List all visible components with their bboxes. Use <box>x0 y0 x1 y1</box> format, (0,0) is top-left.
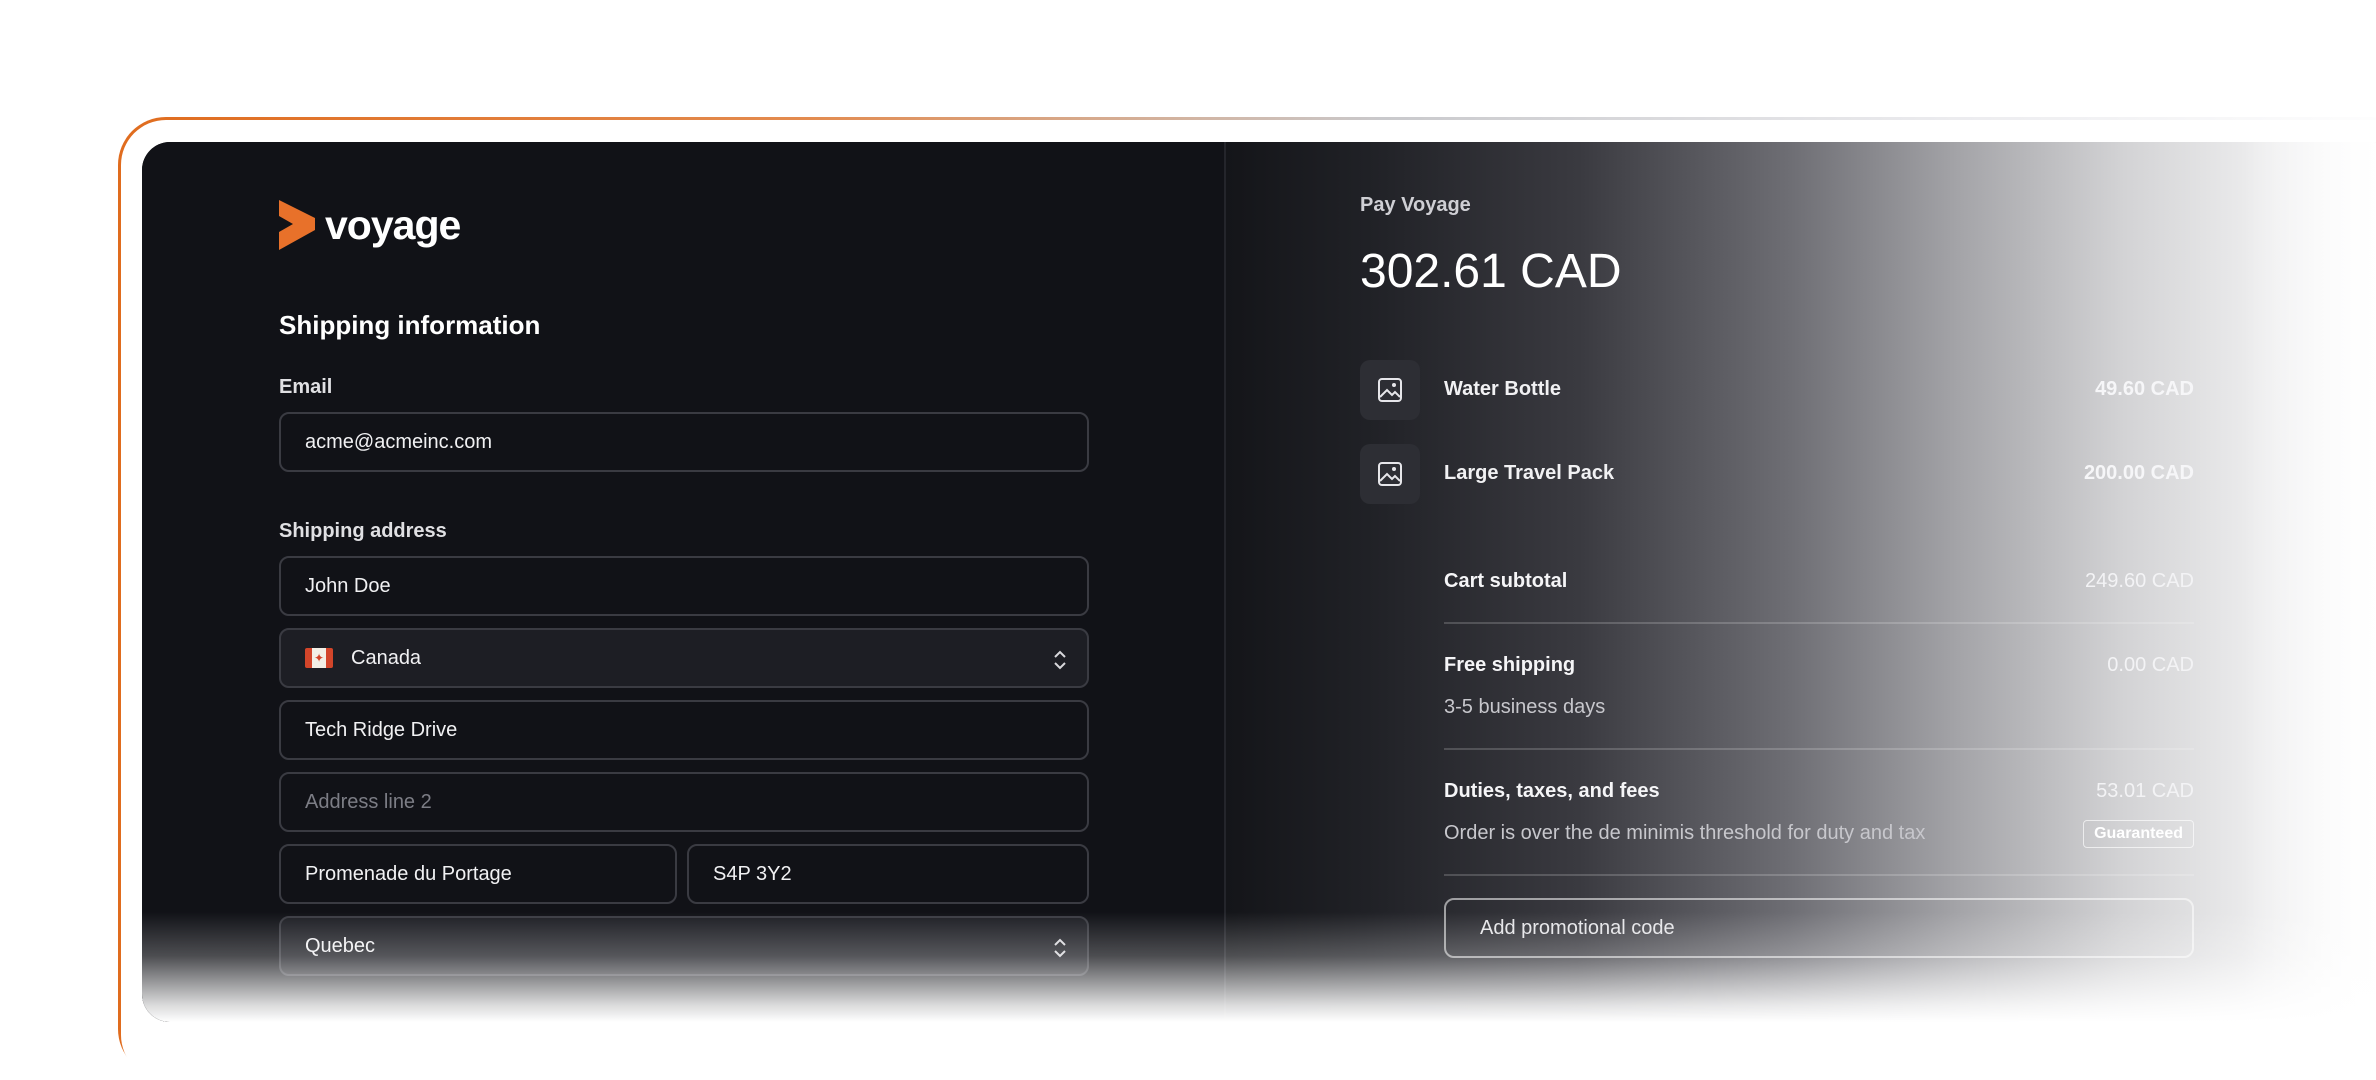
order-summary-panel: Pay Voyage 302.61 CAD Water Bottle 49.60… <box>1226 142 2376 1022</box>
item-price: 49.60 CAD <box>2095 378 2194 400</box>
country-select[interactable]: ✦ Canada <box>279 628 1089 688</box>
city-field[interactable]: Promenade du Portage <box>279 844 677 904</box>
shipping-address-label: Shipping address <box>279 520 447 542</box>
divider <box>1444 874 2194 876</box>
item-thumbnail <box>1360 444 1420 504</box>
image-icon <box>1378 378 1402 402</box>
chevron-up-down-icon <box>1054 650 1066 670</box>
checkout-window: voyage Shipping information Email acme@a… <box>142 142 2376 1022</box>
email-value: acme@acmeinc.com <box>305 430 493 453</box>
subtotal-label: Cart subtotal <box>1444 570 1568 592</box>
chevron-up-down-icon <box>1054 938 1066 958</box>
brand-logo: voyage <box>279 200 461 250</box>
email-label: Email <box>279 376 333 398</box>
divider <box>1444 748 2194 750</box>
total-amount: 302.61 CAD <box>1360 245 1622 298</box>
canada-flag-icon: ✦ <box>305 648 333 668</box>
country-value: Canada <box>351 646 422 669</box>
province-value: Quebec <box>305 934 376 957</box>
item-name: Water Bottle <box>1444 378 1562 400</box>
promo-code-placeholder: Add promotional code <box>1480 916 1675 939</box>
shipping-heading: Shipping information <box>279 310 541 340</box>
full-name-value: John Doe <box>305 574 391 597</box>
address-line2-field[interactable]: Address line 2 <box>279 772 1089 832</box>
province-select[interactable]: Quebec <box>279 916 1089 976</box>
taxes-value: 53.01 CAD <box>2096 780 2194 802</box>
taxes-label: Duties, taxes, and fees <box>1444 780 1660 802</box>
email-field[interactable]: acme@acmeinc.com <box>279 412 1089 472</box>
address-line1-field[interactable]: Tech Ridge Drive <box>279 700 1089 760</box>
item-price: 200.00 CAD <box>2083 462 2194 484</box>
shipping-method-value: 0.00 CAD <box>2107 654 2194 676</box>
city-value: Promenade du Portage <box>305 862 512 885</box>
shipping-method-note: 3-5 business days <box>1444 696 1606 718</box>
postal-code-value: S4P 3Y2 <box>713 862 792 885</box>
full-name-field[interactable]: John Doe <box>279 556 1089 616</box>
divider <box>1444 622 2194 624</box>
address-line2-placeholder: Address line 2 <box>305 790 432 813</box>
image-icon <box>1378 462 1402 486</box>
shipping-panel: voyage Shipping information Email acme@a… <box>142 142 1224 1022</box>
voyage-logo-icon <box>279 200 315 250</box>
pay-label: Pay Voyage <box>1360 194 1471 216</box>
promo-code-input[interactable]: Add promotional code <box>1444 898 2194 958</box>
item-name: Large Travel Pack <box>1444 462 1615 484</box>
taxes-note: Order is over the de minimis threshold f… <box>1444 822 1926 844</box>
brand-name: voyage <box>325 201 461 248</box>
subtotal-value: 249.60 CAD <box>2085 570 2194 592</box>
guaranteed-badge: Guaranteed <box>2083 820 2194 848</box>
item-thumbnail <box>1360 360 1420 420</box>
postal-code-field[interactable]: S4P 3Y2 <box>687 844 1089 904</box>
address-line1-value: Tech Ridge Drive <box>305 718 458 741</box>
shipping-method-label: Free shipping <box>1444 654 1576 676</box>
